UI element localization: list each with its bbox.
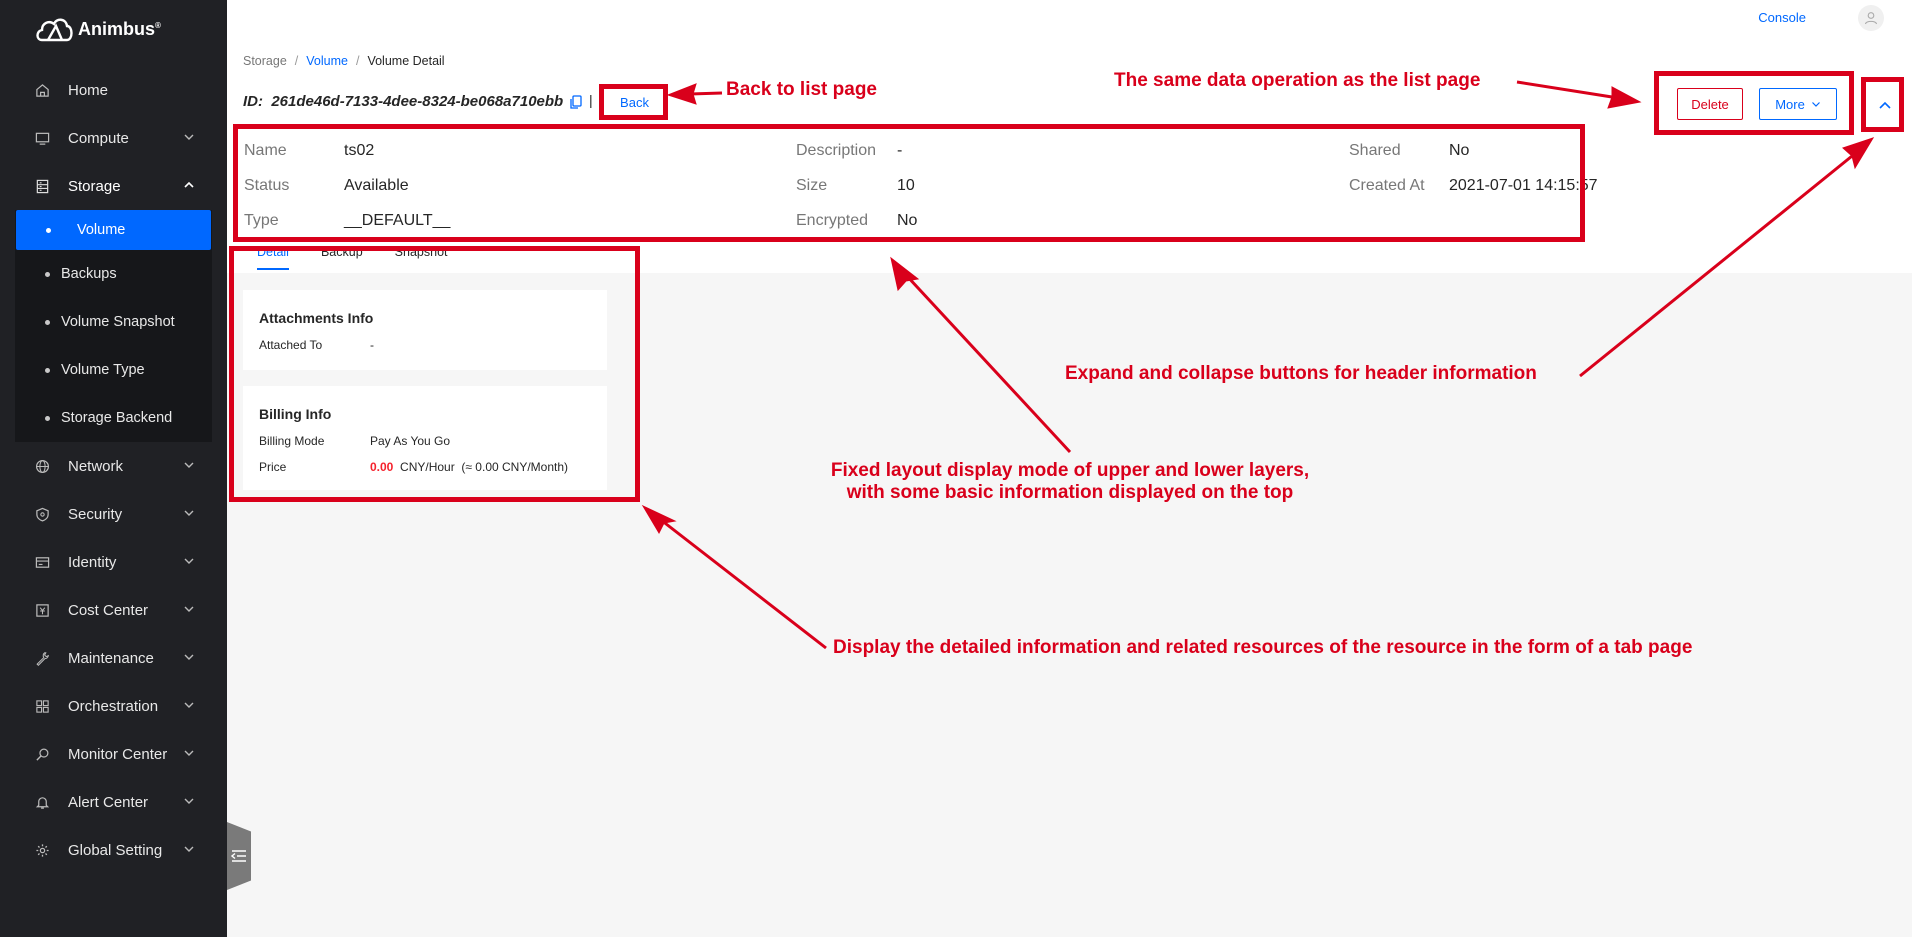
- monitor-search-icon: [34, 746, 50, 762]
- sidebar-item-label: Monitor Center: [68, 745, 168, 763]
- chevron-down-icon: [184, 606, 194, 612]
- annotation-tabs-text: Display the detailed information and rel…: [833, 637, 1693, 658]
- sidebar-subitem-label: Storage Backend: [61, 410, 173, 426]
- menu-fold-icon: [231, 850, 246, 862]
- annotation-fixed-layout-text: Fixed layout display mode of upper and l…: [800, 460, 1340, 504]
- breadcrumb-current: Volume Detail: [367, 54, 445, 68]
- sidebar-item-label: Maintenance: [68, 649, 154, 667]
- chevron-down-icon: [184, 462, 194, 468]
- grid-icon: [34, 698, 50, 714]
- arrow-to-tabs: [641, 504, 827, 650]
- sidebar-subitem-label: Volume Snapshot: [61, 314, 175, 330]
- chevron-down-icon: [184, 702, 194, 708]
- sidebar-subitem-label: Volume Type: [61, 362, 145, 378]
- monitor-icon: [34, 130, 50, 146]
- sidebar-item-monitor-center[interactable]: Monitor Center: [0, 730, 227, 778]
- shield-icon: [34, 506, 50, 522]
- bullet-icon: [45, 320, 50, 325]
- bullet-icon: [45, 368, 50, 373]
- sidebar-item-label: Alert Center: [68, 793, 149, 811]
- annotation-fixed-line-1: Fixed layout display mode of upper and l…: [830, 460, 1310, 481]
- chevron-down-icon: [184, 510, 194, 516]
- sidebar-item-identity[interactable]: Identity: [0, 538, 227, 586]
- sidebar-item-home[interactable]: Home: [0, 66, 227, 114]
- bullet-icon: [45, 272, 50, 277]
- id-card-icon: [34, 554, 50, 570]
- sidebar-nav: Home Compute Storage Volume Backups Volu…: [0, 66, 227, 874]
- annotation-expand-text: Expand and collapse buttons for header i…: [1065, 363, 1537, 384]
- wrench-icon: [34, 650, 50, 666]
- sidebar-item-label: Orchestration: [68, 697, 159, 715]
- brand-name: Animbus®: [78, 18, 161, 39]
- chevron-down-icon: [184, 134, 194, 140]
- cost-icon: [34, 602, 50, 618]
- chevron-down-icon: [184, 750, 194, 756]
- bell-icon: [34, 794, 50, 810]
- breadcrumb-volume-link[interactable]: Volume: [306, 54, 348, 68]
- sidebar-subitem-backups[interactable]: Backups: [15, 250, 212, 298]
- storage-submenu: Volume Backups Volume Snapshot Volume Ty…: [15, 210, 212, 442]
- sidebar-item-label: Network: [68, 457, 124, 475]
- top-bar: Console: [227, 0, 1912, 36]
- sidebar: Animbus® Home Compute Storage Volume Bac…: [0, 0, 227, 937]
- sidebar-item-orchestration[interactable]: Orchestration: [0, 682, 227, 730]
- sidebar-item-label: Compute: [68, 129, 129, 147]
- brand-logo[interactable]: Animbus®: [34, 14, 161, 44]
- bullet-icon: [45, 416, 50, 421]
- annotation-back-text: Back to list page: [726, 79, 877, 100]
- annotation-operations-text: The same data operation as the list page: [1114, 70, 1481, 91]
- chevron-down-icon: [184, 654, 194, 660]
- sidebar-item-label: Identity: [68, 553, 117, 571]
- id-label: ID:: [243, 93, 263, 110]
- copy-icon[interactable]: [569, 94, 583, 109]
- annotation-fixed-line-2: with some basic information displayed on…: [846, 482, 1294, 503]
- sidebar-subitem-volume-type[interactable]: Volume Type: [15, 346, 212, 394]
- resource-id: ID: 261de46d-7133-4dee-8324-be068a710ebb: [243, 93, 583, 110]
- annotation-box-operations: [1654, 71, 1854, 135]
- breadcrumb-storage: Storage: [243, 54, 287, 68]
- id-divider: |: [589, 92, 593, 108]
- sidebar-item-label: Storage: [68, 177, 121, 195]
- id-value: 261de46d-7133-4dee-8324-be068a710ebb: [271, 93, 564, 110]
- globe-icon: [34, 458, 50, 474]
- sidebar-subitem-label: Volume: [77, 222, 126, 238]
- sidebar-subitem-label: Backups: [61, 266, 117, 282]
- sidebar-item-cost-center[interactable]: Cost Center: [0, 586, 227, 634]
- sidebar-item-storage[interactable]: Storage: [0, 162, 227, 210]
- sidebar-collapse-toggle[interactable]: [227, 822, 251, 890]
- sidebar-item-label: Cost Center: [68, 601, 149, 619]
- annotation-box-tabs: [229, 246, 640, 502]
- breadcrumb: Storage / Volume / Volume Detail: [243, 54, 445, 68]
- storage-icon: [34, 178, 50, 194]
- sidebar-subitem-storage-backend[interactable]: Storage Backend: [15, 394, 212, 442]
- sidebar-item-security[interactable]: Security: [0, 490, 227, 538]
- sidebar-item-maintenance[interactable]: Maintenance: [0, 634, 227, 682]
- chevron-down-icon: [184, 846, 194, 852]
- home-icon: [34, 82, 50, 98]
- chevron-down-icon: [184, 798, 194, 804]
- cloud-logo-icon: [36, 18, 73, 42]
- annotation-box-back: [599, 84, 668, 120]
- sidebar-subitem-volume-snapshot[interactable]: Volume Snapshot: [15, 298, 212, 346]
- sidebar-item-label: Security: [68, 505, 123, 523]
- sidebar-item-network[interactable]: Network: [0, 442, 227, 490]
- sidebar-item-label: Global Setting: [68, 841, 163, 859]
- annotation-box-info: [233, 124, 1585, 242]
- bullet-icon: [46, 228, 51, 233]
- annotation-box-expand: [1861, 77, 1904, 132]
- chevron-down-icon: [184, 558, 194, 564]
- user-icon: [1864, 12, 1878, 25]
- sidebar-item-global-setting[interactable]: Global Setting: [0, 826, 227, 874]
- sidebar-subitem-volume[interactable]: Volume: [16, 210, 211, 250]
- chevron-up-icon: [184, 181, 194, 188]
- sidebar-item-compute[interactable]: Compute: [0, 114, 227, 162]
- sidebar-item-alert-center[interactable]: Alert Center: [0, 778, 227, 826]
- sidebar-item-label: Home: [68, 81, 109, 99]
- arrow-to-info: [890, 256, 1072, 454]
- console-link[interactable]: Console: [1758, 10, 1806, 25]
- gear-icon: [34, 842, 50, 858]
- user-avatar[interactable]: [1858, 5, 1884, 31]
